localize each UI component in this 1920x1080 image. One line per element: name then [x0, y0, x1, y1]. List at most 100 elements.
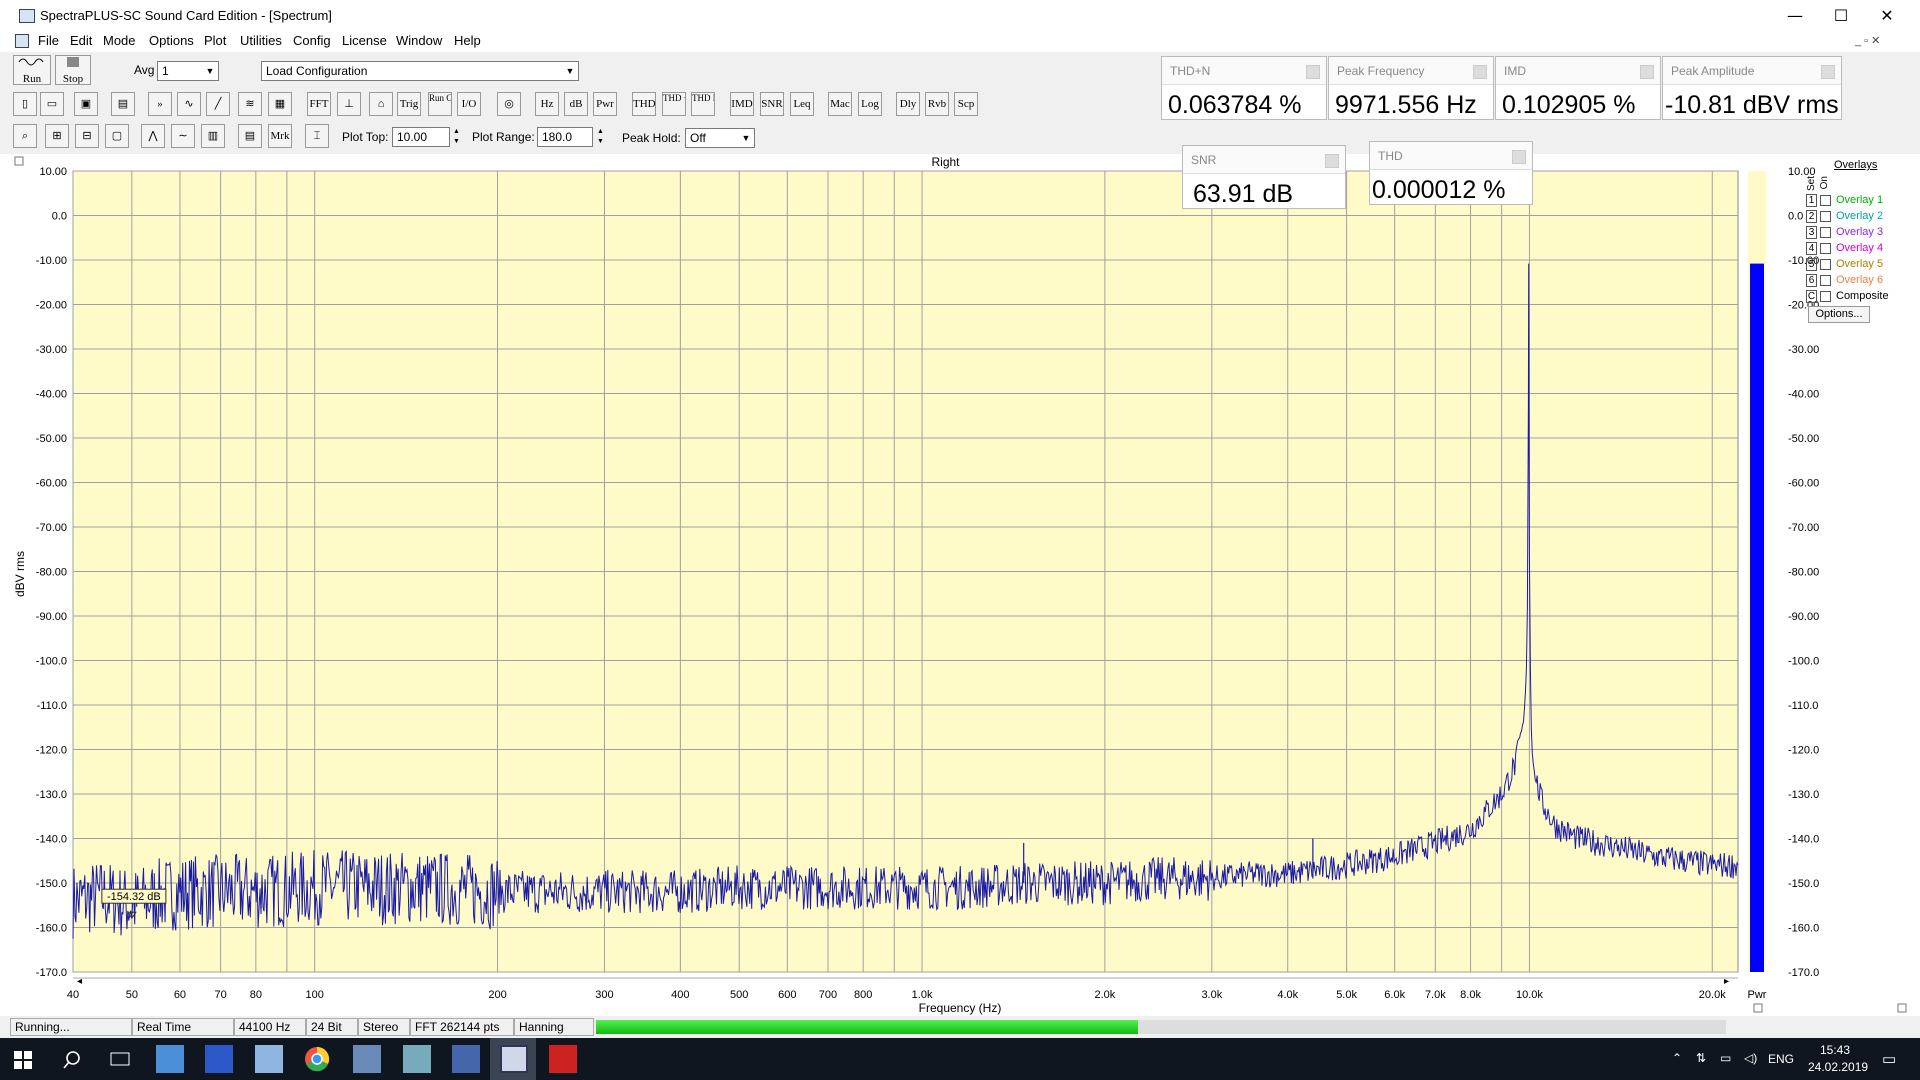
- search-icon[interactable]: [63, 1051, 81, 1069]
- pwr-button[interactable]: Pwr: [593, 92, 617, 116]
- menu-options[interactable]: Options: [149, 33, 194, 48]
- thd-freq-button[interactable]: THD Freq: [691, 92, 715, 116]
- thdn-readout[interactable]: THD+N 0.063784 %: [1161, 56, 1327, 120]
- imd-button[interactable]: IMD: [730, 92, 754, 116]
- explorer-app-icon[interactable]: [156, 1045, 184, 1073]
- menu-plot[interactable]: Plot: [204, 33, 226, 48]
- phase-icon[interactable]: ⌂: [369, 92, 393, 116]
- rvb-button[interactable]: Rvb: [925, 92, 949, 116]
- line-plot-icon[interactable]: ∼: [171, 124, 195, 148]
- windows-start-icon[interactable]: [14, 1051, 32, 1069]
- close-icon[interactable]: [1821, 65, 1835, 79]
- menu-edit[interactable]: Edit: [70, 33, 92, 48]
- menu-mode[interactable]: Mode: [103, 33, 136, 48]
- spectraplus-app-icon[interactable]: [500, 1045, 528, 1073]
- notepad-app-icon[interactable]: [255, 1045, 283, 1073]
- table-icon[interactable]: ▤: [238, 124, 262, 148]
- overlay-set-key[interactable]: C: [1806, 290, 1817, 303]
- overlay-checkbox[interactable]: [1820, 243, 1831, 254]
- overlay-set-key[interactable]: 4: [1806, 242, 1817, 255]
- zoom-full-icon[interactable]: ▢: [105, 124, 129, 148]
- plot-range-input[interactable]: 180.0: [537, 127, 593, 147]
- chevron-down-icon[interactable]: ▼: [738, 129, 754, 147]
- windows-app-icon[interactable]: [353, 1045, 381, 1073]
- hz-button[interactable]: Hz: [535, 92, 559, 116]
- overlay-set-key[interactable]: 3: [1806, 226, 1817, 239]
- trig-button[interactable]: Trig: [397, 92, 421, 116]
- tool-app-icon[interactable]: [403, 1045, 431, 1073]
- io-button[interactable]: I/O: [457, 92, 481, 116]
- snr-readout[interactable]: SNR 63.91 dB: [1182, 145, 1346, 209]
- generator-icon[interactable]: ◎: [497, 92, 521, 116]
- network-app-icon[interactable]: [452, 1045, 480, 1073]
- run-button[interactable]: Run: [13, 55, 51, 85]
- overlay-checkbox[interactable]: [1820, 259, 1831, 270]
- plot-top-input[interactable]: 10.00: [392, 127, 450, 147]
- maximize-button[interactable]: ☐: [1818, 0, 1864, 32]
- overlays-options-button[interactable]: Options...: [1808, 306, 1870, 323]
- log-button[interactable]: Log: [858, 92, 882, 116]
- notification-icon[interactable]: ▭: [1882, 1050, 1896, 1068]
- thdn-button[interactable]: THD +N: [662, 92, 686, 116]
- waterfall-icon[interactable]: ≋: [238, 92, 262, 116]
- minimize-button[interactable]: —: [1772, 0, 1818, 32]
- print-icon[interactable]: ▤: [111, 92, 135, 116]
- mdi-window-buttons[interactable]: _ ▫ ✕: [1855, 34, 1880, 47]
- zoom-in-x-icon[interactable]: ⊞: [45, 124, 69, 148]
- dly-button[interactable]: Dly: [896, 92, 920, 116]
- menu-file[interactable]: File: [38, 33, 59, 48]
- bar-plot-icon[interactable]: ▥: [201, 124, 225, 148]
- save-icon[interactable]: ▣: [74, 92, 98, 116]
- thd-readout[interactable]: THD 0.000012 %: [1369, 141, 1533, 205]
- overlay-checkbox[interactable]: [1820, 211, 1831, 222]
- new-file-icon[interactable]: ▯: [13, 92, 37, 116]
- peak-frequency-readout[interactable]: Peak Frequency 9971.556 Hz: [1328, 56, 1494, 120]
- overlay-checkbox[interactable]: [1820, 227, 1831, 238]
- tray-volume-icon[interactable]: ◁): [1744, 1051, 1757, 1065]
- chrome-icon[interactable]: [303, 1045, 331, 1073]
- peak-amplitude-readout[interactable]: Peak Amplitude -10.81 dBV rms: [1662, 56, 1842, 120]
- task-view-icon[interactable]: [110, 1051, 130, 1067]
- tray-time[interactable]: 15:43: [1820, 1043, 1850, 1057]
- thd-button[interactable]: THD: [632, 92, 656, 116]
- peak-icon[interactable]: ⋀: [141, 124, 165, 148]
- imd-readout[interactable]: IMD 0.102905 %: [1495, 56, 1661, 120]
- scp-button[interactable]: Scp: [954, 92, 978, 116]
- red-app-icon[interactable]: [549, 1045, 577, 1073]
- tray-chevron-up-icon[interactable]: ⌃: [1672, 1051, 1682, 1065]
- open-file-icon[interactable]: ▭: [40, 92, 64, 116]
- stop-button[interactable]: Stop: [55, 55, 91, 85]
- overlay-set-key[interactable]: 1: [1806, 194, 1817, 207]
- menu-license[interactable]: License: [342, 33, 387, 48]
- leq-button[interactable]: Leq: [790, 92, 814, 116]
- plot-range-spinner-icon[interactable]: ▲ ▼: [595, 127, 606, 147]
- zoom-out-x-icon[interactable]: ⊟: [75, 124, 99, 148]
- tray-language[interactable]: ENG: [1768, 1052, 1794, 1066]
- spectrum-icon[interactable]: ∿: [177, 92, 201, 116]
- app-icon[interactable]: [19, 9, 35, 23]
- ramp-icon[interactable]: ╱: [206, 92, 230, 116]
- spectrogram-icon[interactable]: ▦: [268, 92, 292, 116]
- close-icon[interactable]: [1640, 65, 1654, 79]
- menu-window[interactable]: Window: [396, 33, 442, 48]
- fast-forward-icon[interactable]: »: [148, 92, 172, 116]
- mdi-child-icon[interactable]: [15, 34, 29, 48]
- plot-top-spinner-icon[interactable]: ▲ ▼: [451, 127, 462, 147]
- menu-help[interactable]: Help: [454, 33, 481, 48]
- close-icon[interactable]: [1473, 65, 1487, 79]
- tray-power-icon[interactable]: ▭: [1720, 1051, 1731, 1065]
- save-app-icon[interactable]: [205, 1045, 233, 1073]
- chevron-down-icon[interactable]: ▼: [202, 62, 218, 80]
- close-icon[interactable]: [1512, 150, 1526, 164]
- overlay-set-key[interactable]: 6: [1806, 274, 1817, 287]
- run-ctrl-button[interactable]: Run Ctrl: [428, 92, 452, 116]
- db-button[interactable]: dB: [564, 92, 588, 116]
- close-icon[interactable]: [1325, 154, 1339, 168]
- mac-button[interactable]: Mac: [828, 92, 852, 116]
- overlay-checkbox[interactable]: [1820, 195, 1831, 206]
- fft-button[interactable]: FFT: [307, 92, 331, 116]
- overlay-set-key[interactable]: 5: [1806, 258, 1817, 271]
- menu-utilities[interactable]: Utilities: [240, 33, 282, 48]
- zoom-icon[interactable]: ⌕: [13, 124, 37, 148]
- cursor-icon[interactable]: ⌶: [305, 124, 329, 148]
